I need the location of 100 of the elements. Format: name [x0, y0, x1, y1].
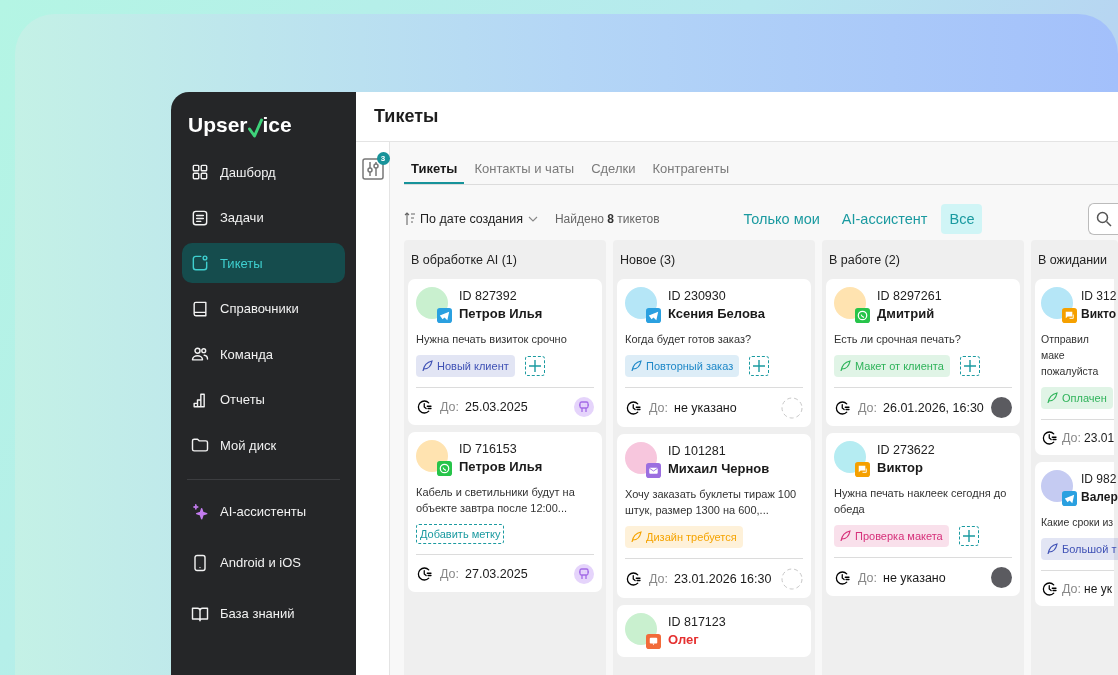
sidebar-item[interactable]: Команда — [182, 334, 345, 374]
leaf-icon — [631, 360, 642, 372]
due-date: не ук — [1084, 582, 1113, 596]
ticket-message: Хочу заказать буклеты тираж 100 штук, размер 1300 на 600,... — [625, 487, 798, 518]
ticket-message: Нужна печать наклеек сегодня до обеда — [834, 486, 1008, 517]
column-title: Новое (3) — [620, 253, 677, 269]
ticket-id: ID 230930 — [668, 288, 727, 305]
clock-icon — [1041, 429, 1059, 447]
app-logo: Upser ice — [188, 112, 293, 138]
robot-icon — [574, 397, 594, 417]
add-tag-button[interactable]: Добавить метку — [416, 524, 505, 544]
clock-icon — [834, 398, 852, 417]
clock-icon — [1041, 580, 1059, 598]
add-tag-button[interactable] — [958, 526, 979, 546]
client-name: Михаил Чернов — [668, 460, 770, 478]
ticket-id: ID 827392 — [459, 288, 518, 305]
leaf-icon — [840, 360, 851, 372]
due-label: До: — [440, 567, 460, 581]
tab[interactable]: Тикеты — [404, 155, 465, 184]
page-title: Тикеты — [374, 106, 439, 127]
ticket-id: ID 101281 — [668, 443, 727, 460]
paper-plane-icon — [437, 308, 452, 323]
clock-icon — [416, 398, 434, 416]
ticket-message: Кабель и светильники будут на объекте завтра после 12:00... — [416, 485, 576, 516]
people-icon — [190, 344, 210, 364]
add-tag-button[interactable] — [524, 356, 545, 376]
sidebar-item[interactable]: Android и iOS — [182, 542, 345, 583]
sidebar-item[interactable]: Задачи — [182, 197, 345, 238]
client-name: Ксения Белова — [668, 305, 765, 323]
ticket-message: Есть ли срочная печать? — [834, 332, 962, 347]
due-label: До: — [440, 400, 460, 414]
sidebar-item[interactable]: Отчеты — [182, 379, 345, 420]
sidebar-item[interactable]: Мой диск — [182, 425, 345, 465]
ticket-card[interactable]: ID 230930 Ксения Белова Когда будет готов заказ? Повторный заказ До: не указано — [617, 279, 811, 427]
sidebar-item[interactable]: Справочники — [182, 288, 345, 329]
ticket-card[interactable]: ID 8297261 Дмитрий Есть ли срочная печать? Макет от клиента До: 26.01.2026, 16:30 — [826, 279, 1020, 426]
ticket-tag[interactable]: Проверка макета — [834, 525, 949, 547]
sidebar-item[interactable]: Дашборд — [182, 152, 345, 192]
leaf-icon — [1047, 543, 1058, 555]
add-tag-button[interactable] — [959, 356, 980, 376]
due-label: До: — [1062, 582, 1082, 596]
photo-placeholder — [991, 567, 1012, 588]
search-icon — [1095, 211, 1112, 227]
ticket-message: Какие сроки из — [1041, 515, 1114, 530]
client-name: Дмитрий — [877, 305, 936, 323]
leaf-icon — [631, 531, 642, 543]
ticket-card[interactable]: ID 273622 Виктор Нужна печать наклеек сегодня до обеда Проверка макета До: не указано — [826, 433, 1020, 596]
ticket-message: Отправил маке пожалуйста — [1041, 332, 1100, 379]
ticket-tag[interactable]: Большой т — [1041, 538, 1118, 560]
column-title: В работе (2) — [829, 253, 901, 269]
leaf-icon — [422, 360, 433, 372]
due-date: 26.01.2026, 16:30 — [883, 400, 985, 415]
ticket-card[interactable]: ID 827392 Петров Илья Нужна печать визиток срочно Новый клиент До: 25.03.2025 — [408, 279, 602, 425]
ticket-card[interactable]: ID 312 Викто Отправил маке пожалуйста Оплачен До: 23.01 — [1035, 279, 1114, 455]
tab[interactable]: Контакты и чаты — [467, 155, 582, 184]
clock-icon — [834, 568, 852, 587]
ticket-id: ID 817123 — [668, 614, 726, 631]
ticket-message: Когда будет готов заказ? — [625, 332, 753, 347]
leaf-icon — [1047, 392, 1058, 404]
ticket-tag[interactable]: Новый клиент — [416, 355, 515, 377]
envelope-icon — [646, 463, 661, 478]
sidebar-item[interactable]: Тикеты — [182, 243, 345, 283]
due-label: До: — [649, 401, 669, 415]
clock-icon — [625, 570, 643, 588]
filter-button[interactable] — [361, 158, 384, 183]
ticket-card[interactable]: ID 716153 Петров Илья Кабель и светильники будут на объекте завтра после 12:00... Добавить метку До: 27.03.2025 — [408, 432, 602, 592]
ticket-card[interactable]: ID 817123 Олег — [617, 605, 811, 657]
clock-icon — [416, 565, 434, 583]
ticket-id: ID 273622 — [877, 442, 935, 459]
due-label: До: — [858, 570, 878, 585]
phone-bubble-icon — [855, 308, 870, 323]
sort-dropdown[interactable]: По дате создания — [404, 212, 539, 226]
due-date: не указано — [883, 570, 947, 585]
due-label: До: — [1062, 431, 1082, 445]
ticket-message: Нужна печать визиток срочно — [416, 332, 568, 347]
grid-icon — [190, 162, 210, 182]
search-button[interactable] — [1088, 203, 1118, 235]
paper-plane-icon — [1062, 491, 1077, 506]
client-name: Петров Илья — [459, 458, 543, 476]
due-date: 25.03.2025 — [465, 400, 529, 414]
column-title: В ожидании — [1038, 253, 1109, 269]
folder-icon — [190, 435, 210, 455]
due-date: 23.01.2026 16:30 — [674, 572, 773, 586]
ticket-id: ID 716153 — [459, 441, 518, 458]
filter-count-badge: 3 — [376, 152, 390, 165]
sidebar-item[interactable]: База знаний — [182, 593, 345, 634]
tab[interactable]: Контрагенты — [645, 155, 736, 184]
client-name: Виктор — [877, 459, 924, 477]
client-name: Олег — [668, 631, 700, 649]
chat-bubble-icon — [1062, 308, 1077, 323]
sidebar-item[interactable]: AI-ассистенты — [182, 491, 345, 532]
add-tag-button[interactable] — [749, 356, 770, 376]
robot-icon — [574, 564, 594, 584]
ticket-id: ID 312 — [1081, 288, 1117, 305]
tab[interactable]: Сделки — [584, 155, 643, 184]
due-date: 23.01 — [1084, 431, 1115, 445]
found-count: Найдено 8 тикетов — [554, 212, 660, 226]
chevron-down-icon — [526, 215, 539, 223]
paper-plane-icon — [646, 308, 661, 323]
column-title: В обработке AI (1) — [411, 253, 518, 269]
